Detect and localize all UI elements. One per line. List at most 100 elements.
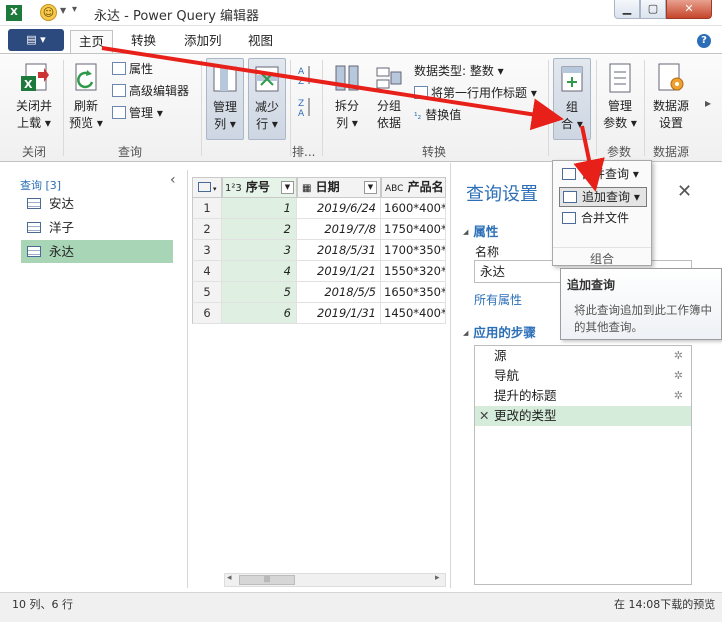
step-settings-gear-icon[interactable]: ✲ <box>674 346 683 366</box>
cell-product[interactable]: 1450*400* <box>381 303 446 324</box>
close-and-load-button[interactable]: X 关闭并 上载 ▾ <box>12 62 56 132</box>
merge-queries-item[interactable]: 合并查询 ▾ <box>559 165 647 185</box>
scrollbar-thumb[interactable]: ||| <box>239 575 295 585</box>
smiley-icon[interactable]: ☺ <box>40 4 57 21</box>
cell-date[interactable]: 2018/5/31 <box>297 240 381 261</box>
row-number[interactable]: 3 <box>192 240 222 261</box>
group-sort-label: 排... <box>292 145 316 159</box>
properties-button[interactable]: 属性 <box>112 60 153 78</box>
data-source-settings-button[interactable]: 数据源 设置 <box>649 62 693 132</box>
group-close-label: 关闭 <box>22 145 47 159</box>
horizontal-scrollbar[interactable]: ◂ ||| ▸ <box>224 573 446 587</box>
cell-seq[interactable]: 4 <box>222 261 297 282</box>
refresh-icon <box>70 62 102 96</box>
combine-button[interactable]: 组 合 ▾ <box>553 58 591 140</box>
row-number[interactable]: 2 <box>192 219 222 240</box>
table-icon <box>27 246 41 257</box>
row-number[interactable]: 4 <box>192 261 222 282</box>
combine-dropdown-menu: 合并查询 ▾ 追加查询 ▾ 合并文件 组合 <box>552 160 652 266</box>
properties-icon <box>112 62 126 75</box>
row-number[interactable]: 5 <box>192 282 222 303</box>
advanced-editor-button[interactable]: 高级编辑器 <box>112 82 189 100</box>
column-header-product[interactable]: ABC 产品名 <box>381 177 446 198</box>
use-first-row-as-headers-button[interactable]: 将第一行用作标题 ▾ <box>414 84 537 102</box>
manage-parameters-button[interactable]: 管理 参数 ▾ <box>601 62 639 132</box>
cell-product[interactable]: 1750*400* <box>381 219 446 240</box>
split-column-button[interactable]: 拆分 列 ▾ <box>328 62 366 132</box>
applied-steps-title[interactable]: 应用的步骤 <box>463 322 536 341</box>
column-header-date[interactable]: ▦ 日期 ▼ <box>297 177 381 198</box>
cell-date[interactable]: 2019/1/31 <box>297 303 381 324</box>
row-number[interactable]: 1 <box>192 198 222 219</box>
filter-dropdown-icon[interactable]: ▼ <box>364 181 377 194</box>
minimize-button[interactable]: ▁ <box>614 0 640 19</box>
replace-values-button[interactable]: ¹₂ 替换值 <box>414 106 461 126</box>
cell-date[interactable]: 2019/1/21 <box>297 261 381 282</box>
properties-section-title[interactable]: 属性 <box>463 221 498 240</box>
cell-seq[interactable]: 2 <box>222 219 297 240</box>
cell-date[interactable]: 2019/6/24 <box>297 198 381 219</box>
filter-dropdown-icon[interactable]: ▼ <box>281 181 294 194</box>
quick-access-more-icon[interactable]: ▾ <box>72 4 77 15</box>
cell-product[interactable]: 1600*400* <box>381 198 446 219</box>
window-title: 永达 - Power Query 编辑器 <box>94 9 260 24</box>
help-icon[interactable]: ? <box>697 34 711 48</box>
cell-seq[interactable]: 6 <box>222 303 297 324</box>
ribbon-scroll-right-icon[interactable]: ▸ <box>705 94 711 112</box>
step-changed-type[interactable]: ✕ 更改的类型 <box>475 406 691 426</box>
table-menu-icon[interactable]: ▾ <box>192 177 222 198</box>
close-window-button[interactable]: ✕ <box>666 0 712 19</box>
close-settings-icon[interactable]: ✕ <box>677 181 692 202</box>
query-item-yongda[interactable]: 永达 <box>21 240 173 263</box>
title-bar: X ☺ ▼ ▾ 永达 - Power Query 编辑器 ▁ ▢ ✕ <box>0 0 722 26</box>
row-number[interactable]: 6 <box>192 303 222 324</box>
sort-ascending-button[interactable]: AZZA <box>295 62 315 133</box>
tab-add-column[interactable]: 添加列 <box>176 30 230 54</box>
group-by-icon <box>373 62 405 96</box>
cell-product[interactable]: 1650*350* <box>381 282 446 303</box>
query-item-yangzi[interactable]: 洋子 <box>21 216 173 239</box>
tab-home[interactable]: 主页 <box>70 30 114 54</box>
cell-date[interactable]: 2019/7/8 <box>297 219 381 240</box>
group-parameters-label: 参数 <box>607 145 632 159</box>
combine-group-label: 组合 <box>553 247 651 267</box>
query-settings-title: 查询设置 <box>466 184 538 205</box>
maximize-button[interactable]: ▢ <box>640 0 666 19</box>
scroll-left-icon[interactable]: ◂ <box>227 573 232 583</box>
manage-columns-button[interactable]: 管理 列 ▾ <box>206 58 244 140</box>
step-settings-gear-icon[interactable]: ✲ <box>674 366 683 386</box>
svg-text:A: A <box>298 67 305 77</box>
column-header-seq[interactable]: 1²3 序号 ▼ <box>222 177 297 198</box>
tooltip-title: 追加查询 <box>567 278 616 292</box>
group-by-button[interactable]: 分组 依据 <box>370 62 408 132</box>
query-item-anda[interactable]: 安达 <box>21 192 173 215</box>
step-navigation[interactable]: 导航 ✲ <box>475 366 691 386</box>
step-settings-gear-icon[interactable]: ✲ <box>674 386 683 406</box>
advanced-editor-icon <box>112 84 126 97</box>
replace-icon: ¹₂ <box>414 112 422 122</box>
reduce-rows-button[interactable]: 减少 行 ▾ <box>248 58 286 140</box>
cell-seq[interactable]: 5 <box>222 282 297 303</box>
chevron-down-icon[interactable]: ▼ <box>60 6 66 15</box>
append-queries-item[interactable]: 追加查询 ▾ <box>559 187 647 207</box>
refresh-preview-button[interactable]: 刷新 预览 ▾ <box>67 62 105 132</box>
append-queries-tooltip: 追加查询 将此查询追加到此工作簿中的其他查询。 <box>560 268 722 340</box>
tab-view[interactable]: 视图 <box>240 30 281 54</box>
all-properties-link[interactable]: 所有属性 <box>474 291 522 308</box>
manage-button[interactable]: 管理 ▾ <box>112 104 163 122</box>
file-menu-button[interactable]: ▤ ▾ <box>8 29 64 51</box>
cell-product[interactable]: 1550*320* <box>381 261 446 282</box>
cell-product[interactable]: 1700*350* <box>381 240 446 261</box>
tab-transform[interactable]: 转换 <box>123 30 164 54</box>
data-type-dropdown[interactable]: 数据类型: 整数 ▾ <box>414 62 504 80</box>
step-promoted-headers[interactable]: 提升的标题 ✲ <box>475 386 691 406</box>
cell-date[interactable]: 2018/5/5 <box>297 282 381 303</box>
cell-seq[interactable]: 1 <box>222 198 297 219</box>
delete-step-icon[interactable]: ✕ <box>479 406 489 426</box>
scroll-right-icon[interactable]: ▸ <box>435 573 440 583</box>
step-source[interactable]: 源 ✲ <box>475 346 691 366</box>
ribbon: X 关闭并 上载 ▾ 关闭 刷新 预览 ▾ 属性 高级编辑器 管理 ▾ 查询 管… <box>0 53 722 162</box>
collapse-pane-icon[interactable]: ‹ <box>170 172 176 188</box>
cell-seq[interactable]: 3 <box>222 240 297 261</box>
combine-files-item[interactable]: 合并文件 <box>559 209 647 229</box>
